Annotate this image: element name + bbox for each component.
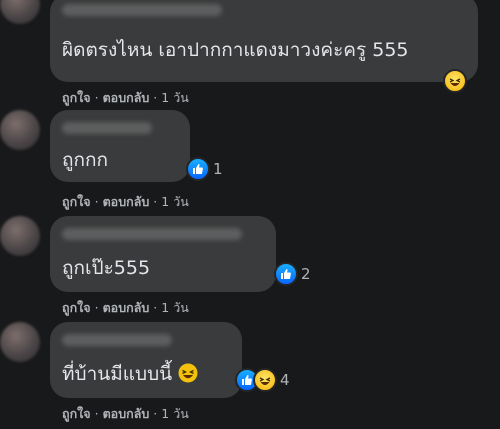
- reaction-count: 4: [280, 371, 290, 389]
- separator: ·: [153, 300, 158, 315]
- avatar[interactable]: [0, 0, 40, 24]
- separator: ·: [94, 406, 99, 421]
- like-link[interactable]: ถูกใจ: [62, 404, 91, 424]
- comment-text-body: ที่บ้านมีแบบนี้: [62, 363, 173, 385]
- avatar[interactable]: [0, 216, 40, 256]
- reaction-summary[interactable]: [443, 69, 467, 93]
- author-name-blurred[interactable]: [62, 122, 152, 134]
- reaction-count: 1: [213, 160, 223, 178]
- reply-link[interactable]: ตอบกลับ: [103, 298, 150, 318]
- comment-bubble: ถูกเป๊ะ555: [50, 216, 276, 292]
- comment: ถูกกก 1 ถูกใจ · ตอบกลับ · 1 วัน: [0, 110, 500, 215]
- timestamp[interactable]: 1 วัน: [161, 404, 189, 424]
- comment-actions: ถูกใจ · ตอบกลับ · 1 วัน: [62, 192, 189, 212]
- comment-bubble: ที่บ้านมีแบบนี้: [50, 322, 242, 398]
- avatar[interactable]: [0, 322, 40, 362]
- comment: ผิดตรงไหน เอาปากกาแดงมาวงค่ะครู 555 ถูกใ…: [0, 0, 500, 105]
- timestamp[interactable]: 1 วัน: [161, 88, 189, 108]
- reaction-summary[interactable]: 2: [274, 262, 311, 286]
- comment-text: ผิดตรงไหน เอาปากกาแดงมาวงค่ะครู 555: [62, 39, 409, 61]
- like-reaction-icon: [274, 262, 298, 286]
- comment-actions: ถูกใจ · ตอบกลับ · 1 วัน: [62, 88, 189, 108]
- like-reaction-icon: [186, 157, 210, 181]
- author-name-blurred[interactable]: [62, 228, 242, 240]
- comment-bubble: ถูกกก: [50, 110, 190, 182]
- separator: ·: [153, 194, 158, 209]
- separator: ·: [94, 194, 99, 209]
- like-link[interactable]: ถูกใจ: [62, 298, 91, 318]
- haha-reaction-icon: [253, 368, 277, 392]
- reaction-summary[interactable]: 4: [235, 368, 290, 392]
- like-link[interactable]: ถูกใจ: [62, 88, 91, 108]
- reaction-summary[interactable]: 1: [186, 157, 223, 181]
- comment: ที่บ้านมีแบบนี้ 4 ถูกใจ · ตอบกลับ · 1 วัน: [0, 322, 500, 429]
- reply-link[interactable]: ตอบกลับ: [103, 88, 150, 108]
- author-name-blurred[interactable]: [62, 334, 172, 346]
- timestamp[interactable]: 1 วัน: [161, 192, 189, 212]
- separator: ·: [153, 90, 158, 105]
- reply-link[interactable]: ตอบกลับ: [103, 192, 150, 212]
- comment-text: ถูกเป๊ะ555: [62, 257, 151, 279]
- author-name-blurred[interactable]: [62, 4, 222, 16]
- separator: ·: [153, 406, 158, 421]
- comment-actions: ถูกใจ · ตอบกลับ · 1 วัน: [62, 404, 189, 424]
- comment-bubble: ผิดตรงไหน เอาปากกาแดงมาวงค่ะครู 555: [50, 0, 478, 82]
- comment-text: ถูกกก: [62, 149, 109, 171]
- comment: ถูกเป๊ะ555 2 ถูกใจ · ตอบกลับ · 1 วัน: [0, 216, 500, 321]
- timestamp[interactable]: 1 วัน: [161, 298, 189, 318]
- separator: ·: [94, 300, 99, 315]
- haha-emoji-icon: [178, 363, 198, 383]
- like-link[interactable]: ถูกใจ: [62, 192, 91, 212]
- comment-actions: ถูกใจ · ตอบกลับ · 1 วัน: [62, 298, 189, 318]
- comment-text: ที่บ้านมีแบบนี้: [62, 362, 198, 386]
- haha-reaction-icon: [443, 69, 467, 93]
- reply-link[interactable]: ตอบกลับ: [103, 404, 150, 424]
- reaction-count: 2: [301, 265, 311, 283]
- separator: ·: [94, 90, 99, 105]
- avatar[interactable]: [0, 110, 40, 150]
